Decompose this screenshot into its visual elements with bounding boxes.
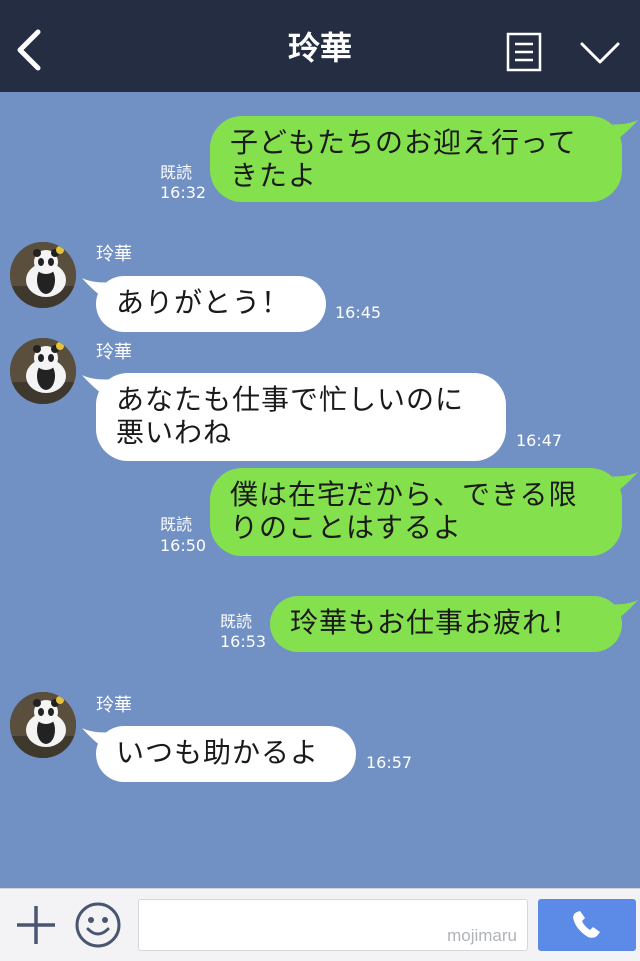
panda-avatar-image (10, 692, 76, 758)
message-list[interactable]: 子どもたちのお迎え行って きたよ 既読 16:32 玲華 ありがとう！ 16:4… (0, 92, 640, 888)
panda-avatar-image (10, 338, 76, 404)
message-time: 16:45 (335, 303, 382, 322)
phone-icon (573, 911, 600, 938)
incoming-message[interactable]: ありがとう！ (96, 276, 326, 332)
incoming-message[interactable]: あなたも仕事で忙しいのに 悪いわね (96, 373, 506, 461)
menu-button[interactable] (506, 32, 542, 72)
chevron-down-icon (580, 42, 620, 64)
message-time: 16:47 (516, 431, 563, 450)
dropdown-button[interactable] (578, 38, 622, 68)
avatar[interactable] (10, 692, 76, 758)
message-time: 16:32 (160, 183, 207, 202)
emoji-button[interactable] (74, 901, 122, 949)
add-button[interactable] (14, 903, 58, 947)
watermark-text: mojimaru (447, 926, 517, 945)
panda-avatar-image (10, 242, 76, 308)
outgoing-message[interactable]: 玲華もお仕事お疲れ！ (270, 596, 622, 652)
plus-icon (17, 906, 55, 944)
avatar[interactable] (10, 242, 76, 308)
smiley-icon (75, 902, 121, 948)
chat-title: 玲華 (287, 29, 352, 67)
outgoing-message[interactable]: 僕は在宅だから、できる限 りのことはするよ (210, 468, 622, 556)
read-receipt: 既読 (160, 163, 193, 182)
sender-name: 玲華 (96, 695, 132, 716)
read-receipt: 既読 (160, 515, 193, 534)
outgoing-message[interactable]: 子どもたちのお迎え行って きたよ (210, 116, 622, 202)
message-time: 16:53 (220, 632, 267, 651)
message-input[interactable]: mojimaru (138, 899, 528, 951)
chat-header: 玲華 (0, 0, 640, 92)
composer-bar: mojimaru (0, 888, 640, 961)
read-receipt: 既読 (220, 612, 253, 631)
avatar[interactable] (10, 338, 76, 404)
message-time: 16:57 (366, 753, 413, 772)
sender-name: 玲華 (96, 244, 132, 265)
call-button[interactable] (538, 899, 636, 951)
list-menu-icon (506, 32, 542, 72)
incoming-message[interactable]: いつも助かるよ (96, 726, 356, 782)
sender-name: 玲華 (96, 342, 132, 363)
message-time: 16:50 (160, 536, 207, 555)
